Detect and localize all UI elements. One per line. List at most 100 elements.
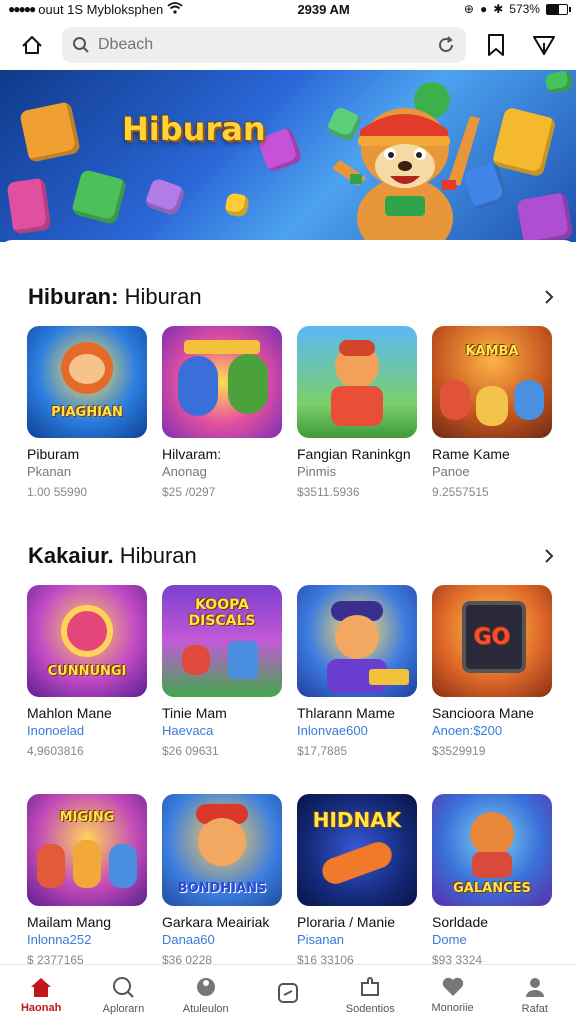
- nav-home[interactable]: Haonah: [0, 965, 82, 1024]
- chevron-right-icon[interactable]: [542, 548, 556, 564]
- app-tile[interactable]: Hilvaram: Anonag $25 /0297: [162, 326, 282, 499]
- section-header[interactable]: Kakaiur. Hiburan: [28, 541, 556, 571]
- section-title-rest: Hiburan: [113, 543, 197, 568]
- alarm-icon: ⊕: [463, 2, 474, 16]
- section-header[interactable]: Hiburan: Hiburan: [28, 282, 556, 312]
- app-name: Tinie Mam: [162, 705, 227, 721]
- section-title-rest: Hiburan: [118, 284, 202, 309]
- app-price: 1.00 55990: [27, 485, 88, 499]
- wifi-icon: [167, 1, 183, 17]
- library-icon: [277, 982, 298, 1003]
- app-tile[interactable]: CUNNUNGI Mahlon Mane Inonoelad 4,9603816: [27, 585, 147, 758]
- app-price: $26 09631: [162, 744, 219, 758]
- content-sheet: Hiburan: Hiburan PIAGHIAN Piburam Pkanan…: [0, 240, 576, 967]
- battery-percent: 573%: [509, 2, 540, 16]
- section-title-bold: Kakaiur.: [28, 543, 114, 568]
- app-tile[interactable]: MIGING Mailam Mang Inlonna252 $ 2377165: [27, 794, 147, 967]
- app-thumbnail: BONDHIANS: [162, 794, 282, 906]
- nav-game[interactable]: Atuleulon: [165, 965, 247, 1024]
- nav-explore[interactable]: Aplorarn: [82, 965, 164, 1024]
- explore-icon: [113, 976, 135, 998]
- cube-decoration: [544, 70, 574, 95]
- bluetooth-icon: ✱: [493, 2, 504, 16]
- hero-banner[interactable]: Hiburan: [0, 70, 576, 242]
- bookmark-button[interactable]: [478, 27, 514, 63]
- share-button[interactable]: [526, 27, 562, 63]
- nav-label: Aplorarn: [102, 1002, 145, 1015]
- app-thumbnail: PIAGHIAN: [27, 326, 147, 438]
- refresh-icon[interactable]: [436, 35, 456, 55]
- app-thumbnail: KAMBA: [432, 326, 552, 438]
- nav-library[interactable]: [247, 965, 329, 1024]
- app-tile[interactable]: PIAGHIAN Piburam Pkanan 1.00 55990: [27, 326, 147, 499]
- thumbnail-label: CUNNUNGI: [47, 664, 127, 679]
- app-name: Thlarann Mame: [297, 705, 396, 721]
- app-subtitle: Pinmis: [297, 464, 337, 479]
- home-logo-button[interactable]: [14, 27, 50, 63]
- app-subtitle: Inlonvae600: [297, 723, 368, 738]
- thumbnail-label: GO: [473, 625, 511, 650]
- app-price: $25 /0297: [162, 485, 216, 499]
- cube-decoration: [516, 192, 574, 242]
- cube-decoration: [224, 192, 250, 218]
- app-name: Garkara Meairiak: [162, 914, 270, 930]
- search-bar[interactable]: [62, 27, 466, 63]
- thumbnail-label: HIDNAK: [312, 808, 402, 832]
- app-thumbnail: CUNNUNGI: [27, 585, 147, 697]
- chevron-right-icon[interactable]: [542, 289, 556, 305]
- app-name: Sorldade: [432, 914, 489, 930]
- search-input[interactable]: [98, 36, 428, 54]
- app-price: 4,9603816: [27, 744, 84, 758]
- puzzle-icon: [361, 976, 380, 996]
- app-price: $3529919: [432, 744, 486, 758]
- search-icon: [73, 37, 89, 53]
- nav-puzzle[interactable]: Sodentios: [329, 965, 411, 1024]
- section-title-bold: Hiburan:: [28, 284, 119, 309]
- app-price: $3511.5936: [297, 485, 360, 499]
- cube-decoration: [19, 101, 81, 163]
- battery-icon: [545, 3, 571, 15]
- app-tile[interactable]: GO Sancioora Mane Anoen:$200 $3529919: [432, 585, 552, 758]
- home-icon: [31, 977, 52, 997]
- section-title: Kakaiur. Hiburan: [28, 543, 197, 569]
- nav-favorites[interactable]: Monoriie: [411, 965, 493, 1024]
- app-subtitle: Inlonna252: [27, 932, 92, 947]
- app-tile[interactable]: HIDNAK Ploraria / Manie Pisanan $16 3310…: [297, 794, 417, 967]
- app-tile[interactable]: GALANCES Sorldade Dome $93 3324: [432, 794, 552, 967]
- app-thumbnail: KOOPA DISCALS: [162, 585, 282, 697]
- nav-profile[interactable]: Rafat: [494, 965, 576, 1024]
- cube-decoration: [491, 106, 557, 178]
- app-name: Mahlon Mane: [27, 705, 112, 721]
- nav-label: Haonah: [20, 1001, 62, 1014]
- app-subtitle: Anoen:$200: [432, 723, 503, 738]
- thumbnail-label: KAMBA: [465, 344, 519, 359]
- app-tile[interactable]: Fangian Raninkgn Pinmis $3511.5936: [297, 326, 417, 499]
- app-thumbnail: HIDNAK: [297, 794, 417, 906]
- top-bar: [0, 22, 576, 68]
- app-thumbnail: MIGING: [27, 794, 147, 906]
- thumbnail-label: KOOPA DISCALS: [188, 597, 256, 629]
- app-subtitle: Pkanan: [27, 464, 72, 479]
- app-tile[interactable]: BONDHIANS Garkara Meairiak Danaa60 $36 0…: [162, 794, 282, 967]
- app-tile[interactable]: KOOPA DISCALS Tinie Mam Haevaca $26 0963…: [162, 585, 282, 758]
- location-icon: ●: [479, 2, 488, 16]
- app-thumbnail: [162, 326, 282, 438]
- send-icon: [533, 36, 555, 55]
- app-tile[interactable]: Thlarann Mame Inlonvae600 $17,7885: [297, 585, 417, 758]
- cube-decoration: [6, 177, 52, 235]
- bottom-nav: Haonah Aplorarn Atuleulon Sodentios Mono…: [0, 964, 576, 1024]
- nav-label: Monoriie: [431, 1001, 474, 1014]
- hero-title: Hiburan: [122, 110, 266, 148]
- profile-icon: [525, 977, 544, 997]
- thumbnail-label: MIGING: [59, 810, 115, 825]
- home-outline-icon: [22, 36, 42, 54]
- app-tile[interactable]: KAMBA Rame Kame Panoe 9.2557515: [432, 326, 552, 499]
- app-price: 9.2557515: [432, 485, 489, 499]
- heart-icon: [442, 977, 463, 996]
- status-bar: ●●●●● ouut 1S Mybloksphen 2939 AM ⊕ ● ✱ …: [0, 0, 576, 18]
- status-time: 2939 AM: [297, 1, 350, 17]
- thumbnail-label: GALANCES: [453, 881, 531, 896]
- app-subtitle: Dome: [432, 932, 467, 947]
- app-subtitle: Panoe: [432, 464, 470, 479]
- app-subtitle: Danaa60: [162, 932, 215, 947]
